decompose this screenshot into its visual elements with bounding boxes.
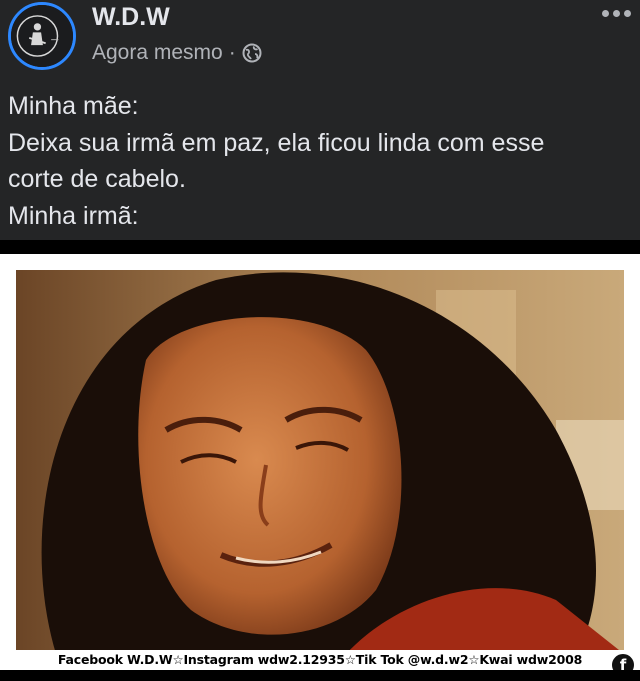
post-timestamp[interactable]: Agora mesmo (92, 40, 223, 66)
author-name[interactable]: W.D.W (92, 2, 170, 32)
meta-separator: · (228, 41, 236, 64)
post-text-line: Minha irmã: (8, 201, 139, 230)
image-bottom-border (0, 670, 640, 681)
post-text-line: Minha mãe: (8, 92, 139, 120)
avatar-image (11, 5, 73, 67)
post-text-line: Deixa sua irmã em paz, ela ficou linda c… (8, 128, 545, 157)
more-options-icon[interactable] (596, 2, 636, 24)
post-text-line: corte de cabelo. (8, 165, 186, 193)
post-meta: Agora mesmo · (92, 40, 262, 66)
watermark-text: Facebook W.D.W☆Instagram wdw2.12935☆Tik … (0, 650, 640, 670)
globe-icon[interactable] (242, 43, 262, 63)
post-header: W.D.W Agora mesmo · (0, 0, 640, 78)
post-text: Minha mãe: Deixa sua irmã em paz, ela fi… (8, 88, 632, 234)
meme-image (16, 270, 624, 654)
image-top-border (0, 240, 640, 254)
post-photo[interactable] (16, 270, 624, 654)
author-avatar[interactable] (8, 2, 76, 70)
